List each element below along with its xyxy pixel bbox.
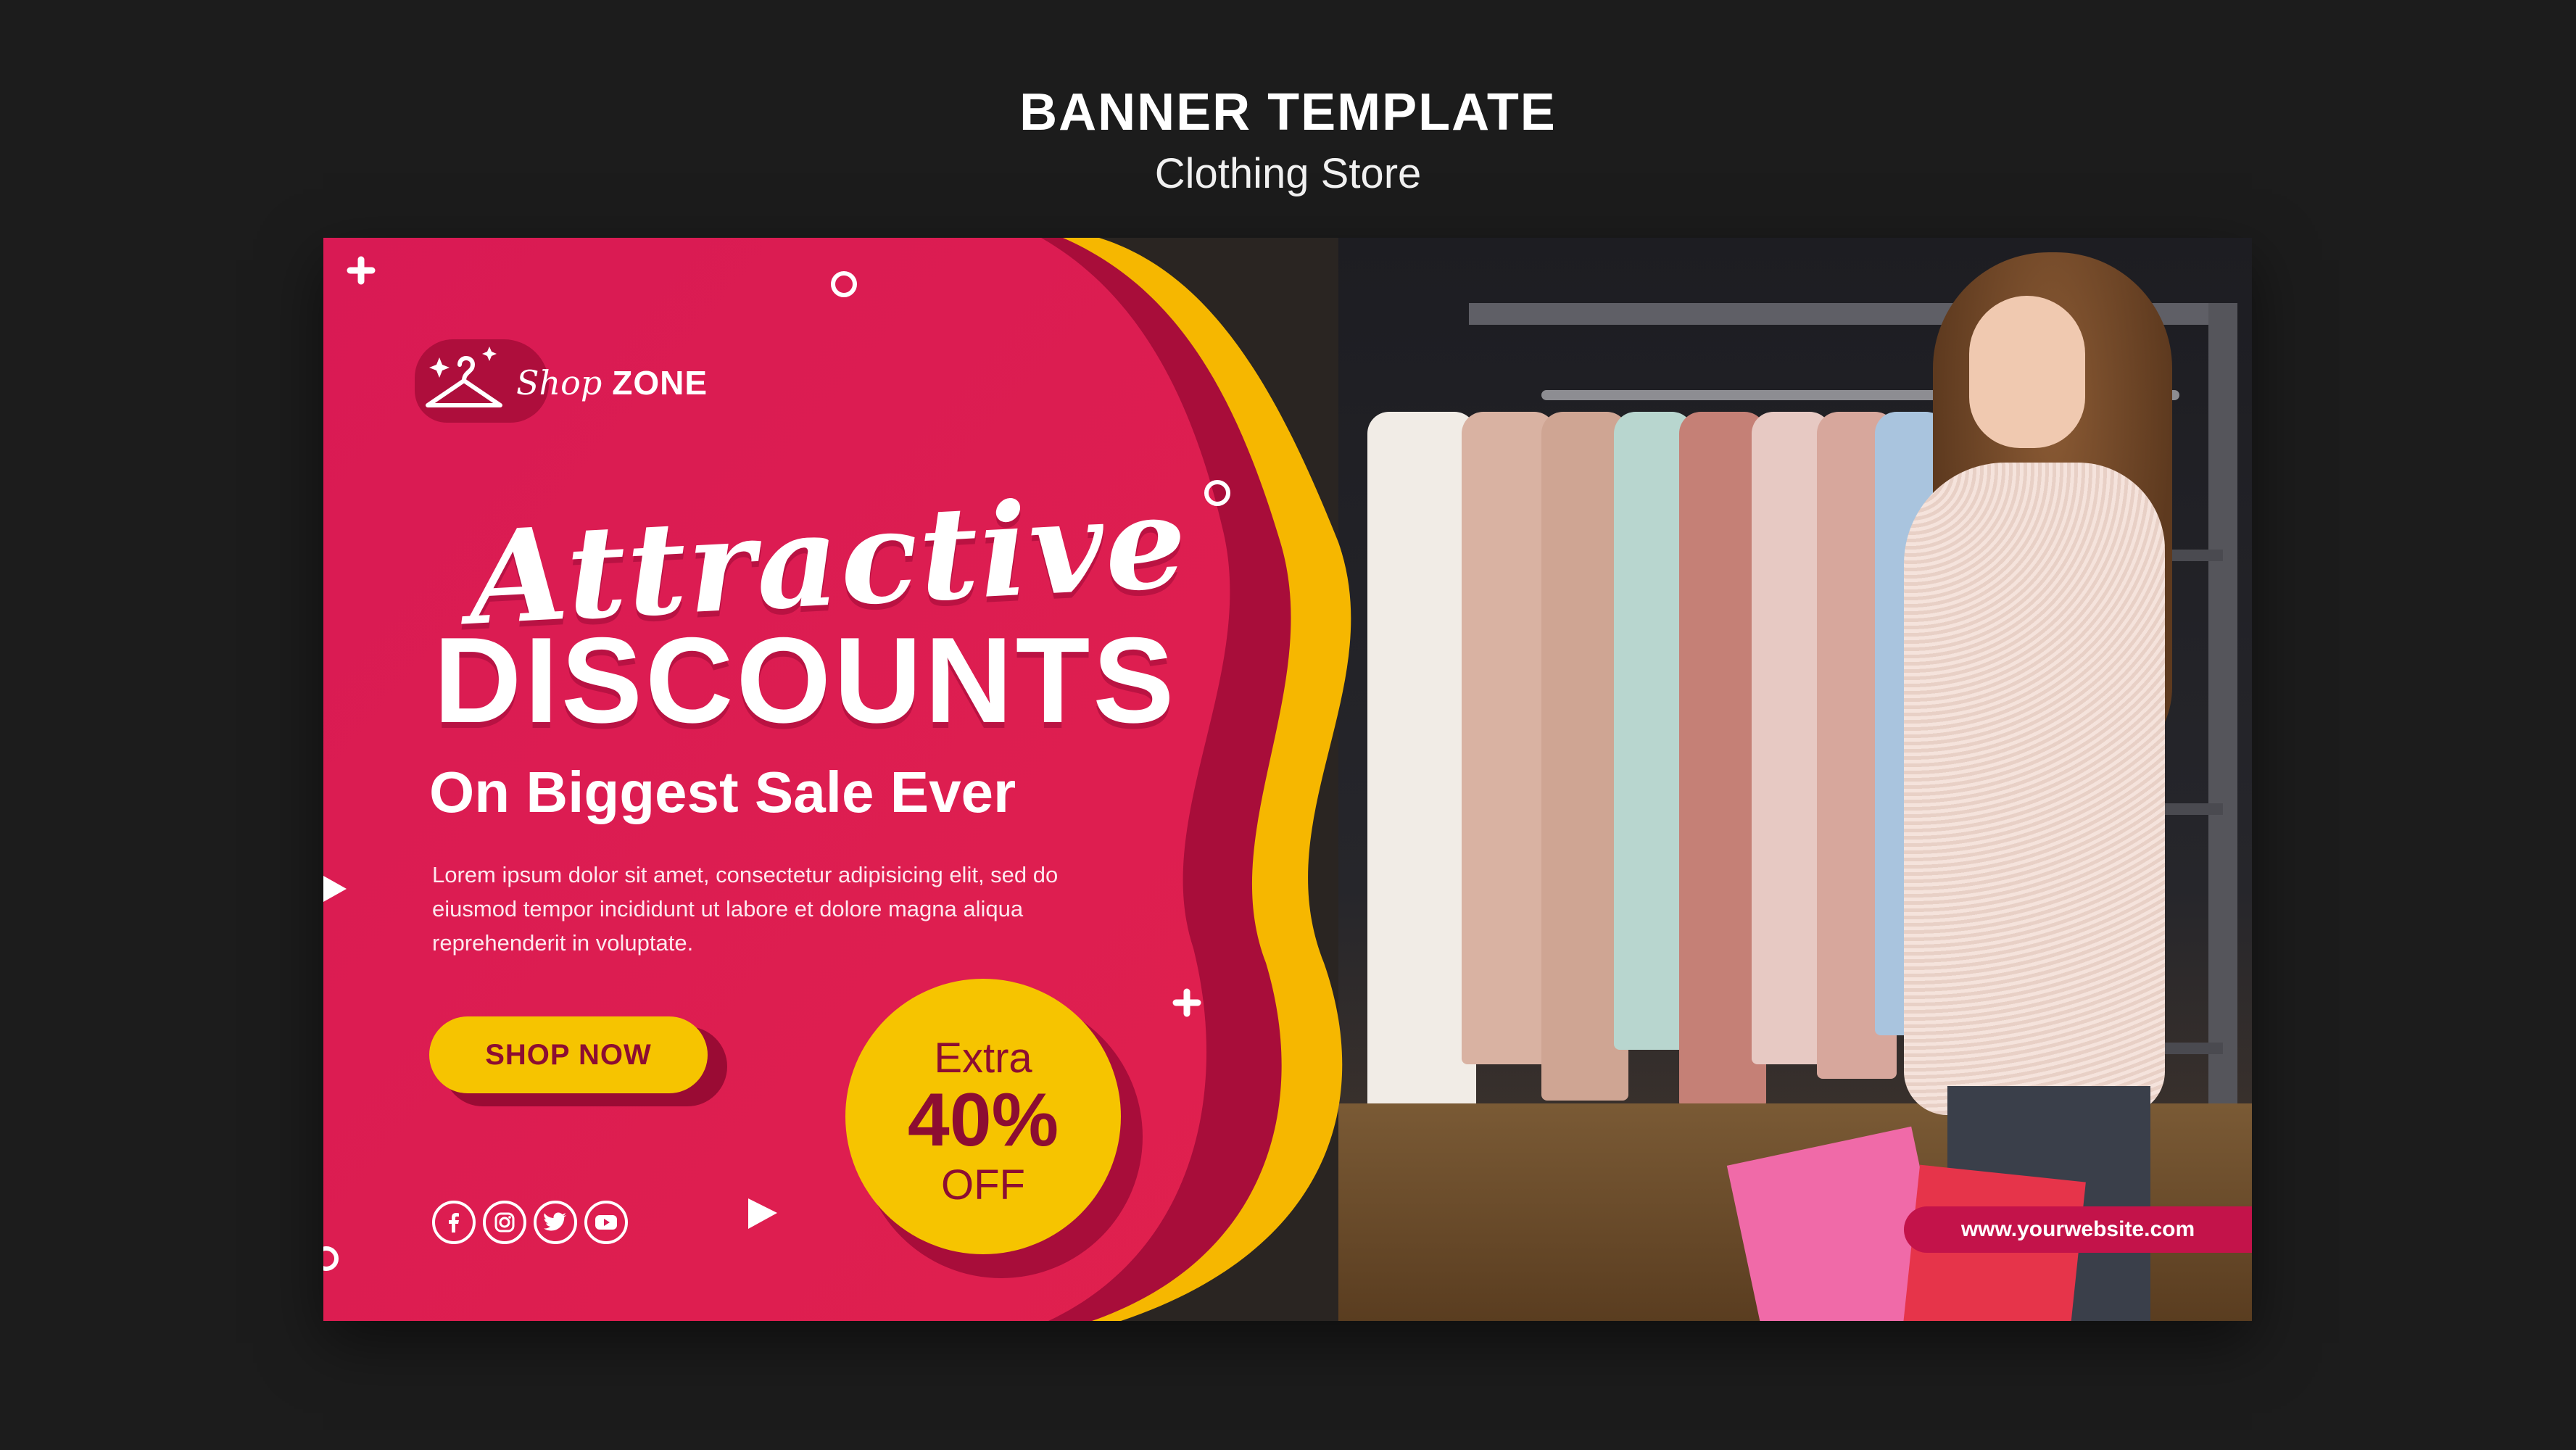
offer-badge: Extra 40% OFF — [845, 979, 1121, 1254]
page-title: BANNER TEMPLATE — [1019, 83, 1557, 141]
offer-off-label: OFF — [941, 1161, 1025, 1209]
hanger-icon — [426, 347, 502, 407]
youtube-icon[interactable] — [584, 1201, 628, 1244]
model-sweater — [1904, 463, 2165, 1115]
offer-percent: 40% — [907, 1078, 1059, 1162]
shop-now-button[interactable]: SHOP NOW — [429, 1016, 708, 1093]
page-subtitle: Clothing Store — [1154, 150, 1422, 197]
facebook-icon[interactable] — [432, 1201, 476, 1244]
website-url[interactable]: www.yourwebsite.com — [1904, 1206, 2252, 1253]
instagram-icon[interactable] — [483, 1201, 526, 1244]
shop-zone-logo[interactable]: Shop ZONE — [415, 339, 708, 426]
body-text: Lorem ipsum dolor sit amet, consectetur … — [432, 862, 1059, 956]
logo-bold-text: ZONE — [612, 364, 708, 402]
model-face — [1969, 296, 2085, 448]
offer-extra-label: Extra — [934, 1035, 1032, 1082]
model-woman — [1904, 252, 2194, 1321]
headline-bold: DISCOUNTS — [434, 612, 1177, 748]
logo-script-text: Shop — [516, 363, 602, 402]
banner: www.yourwebsite.com Shop ZONE Attractive… — [323, 238, 2252, 1321]
twitter-icon[interactable] — [534, 1201, 577, 1244]
social-links — [432, 1201, 628, 1244]
page-header: BANNER TEMPLATE Clothing Store — [0, 80, 2576, 203]
tagline: On Biggest Sale Ever — [429, 760, 1016, 824]
